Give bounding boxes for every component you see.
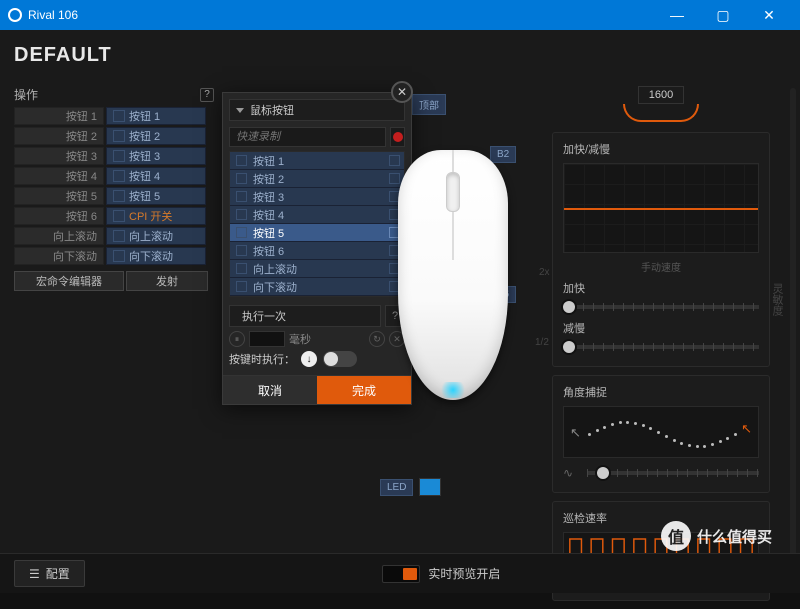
config-button[interactable]: ☰配置 <box>14 560 85 587</box>
ops-row-label: 按钮 6 <box>14 207 104 225</box>
quick-record-input[interactable] <box>229 127 386 147</box>
accel-caption: 手动速度 <box>563 259 759 274</box>
mouse-illustration <box>378 150 528 410</box>
operations-panel: 操作 ? 按钮 1按钮 1按钮 2按钮 2按钮 3按钮 3按钮 4按钮 4按钮 … <box>14 86 214 291</box>
ops-row-value[interactable]: 向下滚动 <box>106 247 206 265</box>
window-title: Rival 106 <box>28 8 78 22</box>
down-arrow-icon: ↓ <box>301 351 317 367</box>
ops-row-label: 按钮 5 <box>14 187 104 205</box>
vertical-scrollbar[interactable] <box>790 88 796 568</box>
cursor-icon: ↖ <box>741 421 752 437</box>
maximize-button[interactable]: ▢ <box>700 0 746 30</box>
ops-row-label: 按钮 4 <box>14 167 104 185</box>
angle-graph: ↖ ↖ <box>563 406 759 458</box>
ops-row-label: 向上滚动 <box>14 227 104 245</box>
sensitivity-axis-label: 灵敏度 <box>769 283 785 316</box>
record-button[interactable] <box>390 127 405 147</box>
close-button[interactable]: ✕ <box>746 0 792 30</box>
cancel-button[interactable]: 取消 <box>223 376 317 404</box>
operations-title: 操作 <box>14 86 38 103</box>
preview-toggle[interactable]: 实时预览开启 <box>382 565 500 583</box>
faster-slider[interactable] <box>563 298 759 316</box>
ops-row-value[interactable]: 按钮 2 <box>106 127 206 145</box>
exec-toggle[interactable] <box>323 351 357 367</box>
led-label: LED <box>380 479 413 496</box>
bottom-bar: ☰配置 实时预览开启 <box>0 553 800 593</box>
action-type-dropdown[interactable]: 鼠标按钮 <box>229 99 405 121</box>
angle-panel: 角度捕捉 ↖ ↖ ∿ <box>552 375 770 493</box>
sine-icon: ∿ <box>563 466 581 480</box>
accel-graph <box>563 163 759 253</box>
accel-panel: 加快/减慢 灵敏度 2x 1/2 手动速度 加快 减慢 <box>552 132 770 367</box>
help-icon[interactable]: ? <box>200 88 214 102</box>
tag-top[interactable]: 顶部 <box>412 94 446 115</box>
ops-row-label: 按钮 3 <box>14 147 104 165</box>
ops-row-value[interactable]: CPI 开关 <box>106 207 206 225</box>
pause-icon[interactable]: ⏸ <box>229 331 245 347</box>
watermark: 值什么值得买 <box>661 521 772 551</box>
exec-label: 按键时执行： <box>229 351 295 367</box>
led-color-swatch[interactable] <box>419 478 441 496</box>
led-control: LED <box>380 478 441 496</box>
angle-slider[interactable] <box>587 464 759 482</box>
cursor-icon: ↖ <box>570 425 581 441</box>
angle-title: 角度捕捉 <box>563 384 759 400</box>
profile-heading: DEFAULT <box>14 44 112 67</box>
ops-row-label: 按钮 2 <box>14 127 104 145</box>
popup-close-button[interactable]: ✕ <box>391 81 413 103</box>
ops-row-value[interactable]: 按钮 3 <box>106 147 206 165</box>
cpi-display: 1600 <box>552 86 770 132</box>
execute-mode-dropdown[interactable]: 执行一次 <box>229 305 381 327</box>
app-logo-icon <box>8 8 22 22</box>
macro-editor-button[interactable]: 宏命令编辑器 <box>14 271 124 291</box>
ops-row-value[interactable]: 按钮 5 <box>106 187 206 205</box>
delay-input[interactable] <box>249 331 285 347</box>
accel-title: 加快/减慢 <box>563 141 759 157</box>
titlebar: Rival 106 — ▢ ✕ <box>0 0 800 30</box>
ops-row-value[interactable]: 向上滚动 <box>106 227 206 245</box>
ops-row-value[interactable]: 按钮 1 <box>106 107 206 125</box>
ops-row-label: 向下滚动 <box>14 247 104 265</box>
ms-label: 毫秒 <box>289 331 311 347</box>
slower-slider[interactable] <box>563 338 759 356</box>
minimize-button[interactable]: — <box>654 0 700 30</box>
cpi-value[interactable]: 1600 <box>638 86 684 104</box>
ops-row-label: 按钮 1 <box>14 107 104 125</box>
ops-row-value[interactable]: 按钮 4 <box>106 167 206 185</box>
list-icon: ☰ <box>29 567 40 581</box>
fire-button[interactable]: 发射 <box>126 271 208 291</box>
